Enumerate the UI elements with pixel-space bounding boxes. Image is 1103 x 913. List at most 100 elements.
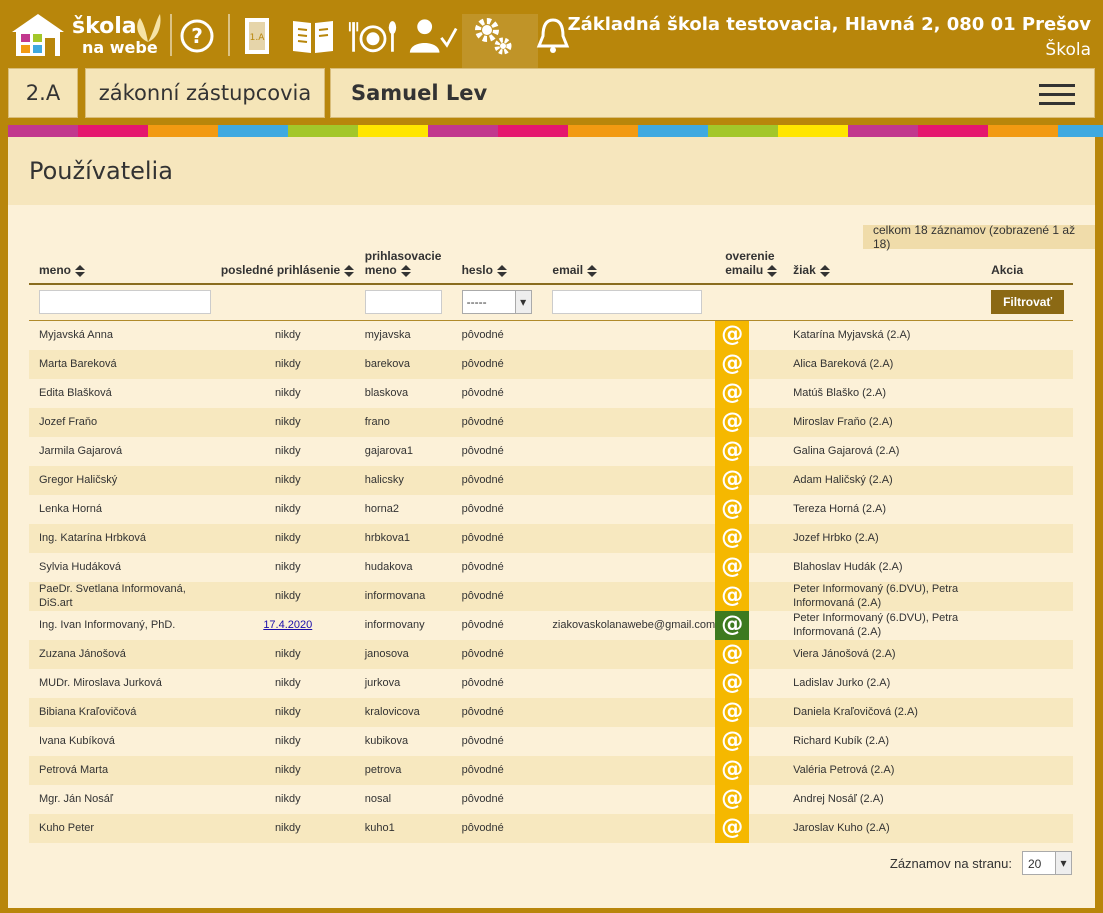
stripe-segment	[638, 125, 708, 137]
cell-heslo: pôvodné	[461, 793, 504, 805]
table-row[interactable]: Edita Blašková nikdy blaskova pôvodné @ Matúš…	[29, 378, 1073, 408]
table-row[interactable]: Jozef Fraňo nikdy frano pôvodné @ Miroslav Fr…	[29, 407, 1073, 437]
email-unverified-icon[interactable]: @	[715, 668, 750, 698]
cell-email	[542, 437, 715, 466]
table-row[interactable]: Myjavská Anna nikdy myjavska pôvodné @ Katarí…	[29, 320, 1073, 350]
login-filter-input[interactable]	[364, 290, 442, 315]
table-row[interactable]: Lenka Horná nikdy horna2 pôvodné @ Tereza Hor…	[29, 494, 1073, 524]
email-unverified-icon[interactable]: @	[715, 581, 750, 611]
email-unverified-icon[interactable]: @	[715, 813, 750, 843]
teacher-check-icon[interactable]	[408, 14, 458, 58]
stripe-segment	[708, 125, 778, 137]
school-logo[interactable]: škola na webe	[10, 10, 161, 60]
per-page-select[interactable]: 20 ▾	[1022, 851, 1072, 875]
cell-ziak: Ladislav Jurko (2.A)	[793, 677, 891, 689]
table-row[interactable]: Zuzana Jánošová nikdy janosova pôvodné @ Vier…	[29, 639, 1073, 669]
class-book-icon[interactable]: 1.A	[232, 14, 282, 58]
column-header-last-login[interactable]: posledné prihlásenie	[220, 249, 355, 285]
table-row[interactable]: Marta Bareková nikdy barekova pôvodné @ Alica…	[29, 349, 1073, 379]
table-row[interactable]: Bibiana Kraľovičová nikdy kralovicova pôvod…	[29, 697, 1073, 727]
email-unverified-icon[interactable]: @	[715, 465, 750, 495]
class-selector[interactable]: 2.A	[8, 68, 78, 118]
cell-akcia	[981, 465, 1073, 495]
table-row[interactable]: PaeDr. Svetlana Informovaná, DiS.art nikd…	[29, 581, 1073, 611]
cell-email	[542, 581, 716, 611]
cell-verification: @	[715, 610, 783, 640]
email-unverified-icon[interactable]: @	[715, 378, 750, 408]
cell-ziak: Miroslav Fraňo (2.A)	[783, 407, 982, 437]
cell-ziak: Andrej Nosáľ (2.A)	[793, 793, 884, 805]
cell-ziak: Jaroslav Kuho (2.A)	[783, 813, 982, 843]
cell-login: janosova	[354, 639, 452, 669]
email-unverified-icon[interactable]: @	[715, 349, 750, 379]
cell-email	[542, 465, 716, 495]
table-row[interactable]: Ivana Kubíková nikdy kubikova pôvodné @ Richa…	[29, 726, 1073, 756]
cell-akcia	[981, 407, 1073, 437]
sort-icon[interactable]	[75, 264, 86, 277]
cell-meno: Kuho Peter	[29, 813, 221, 843]
stripe-segment	[358, 125, 428, 137]
email-unverified-icon[interactable]: @	[715, 726, 750, 756]
last-login-link[interactable]: 17.4.2020	[263, 619, 312, 631]
email-filter-input[interactable]	[552, 290, 703, 315]
table-row[interactable]: Ing. Ivan Informovaný, PhD. 17.4.2020 info…	[29, 610, 1073, 640]
table-row[interactable]: Mgr. Ján Nosáľ nikdy nosal pôvodné @ Andrej N…	[29, 784, 1073, 814]
column-header-ziak[interactable]: žiak	[783, 249, 982, 285]
heslo-filter-select[interactable]: ----- ▾	[461, 290, 532, 315]
cell-ziak: Daniela Kraľovičová (2.A)	[783, 697, 982, 727]
column-header-login[interactable]: prihlasovacie meno	[354, 249, 452, 285]
email-unverified-icon[interactable]: @	[715, 697, 750, 727]
sort-icon[interactable]	[400, 264, 411, 277]
email-unverified-icon[interactable]: @	[715, 320, 750, 350]
settings-gears-icon[interactable]	[468, 14, 518, 58]
email-unverified-icon[interactable]: @	[715, 523, 750, 553]
table-row[interactable]: MUDr. Miroslava Jurková nikdy jurkova pôvod…	[29, 668, 1073, 698]
email-unverified-icon[interactable]: @	[715, 436, 750, 466]
hamburger-menu-icon[interactable]	[1039, 84, 1075, 106]
cell-heslo: pôvodné	[461, 445, 504, 457]
column-header-heslo[interactable]: heslo	[451, 249, 543, 285]
email-unverified-icon[interactable]: @	[715, 755, 750, 785]
column-header-meno[interactable]: meno	[29, 249, 221, 285]
sort-icon[interactable]	[496, 264, 507, 277]
user-selector[interactable]: Samuel Lev	[330, 68, 1095, 118]
cell-email	[542, 727, 715, 756]
table-row[interactable]: Ing. Katarína Hrbková nikdy hrbkova1 pôvodn…	[29, 523, 1073, 553]
table-row[interactable]: Jarmila Gajarová nikdy gajarova1 pôvodné @ Ga…	[29, 436, 1073, 466]
meno-filter-input[interactable]	[39, 290, 211, 315]
section-selector[interactable]: zákonní zástupcovia	[85, 68, 325, 118]
sort-icon[interactable]	[767, 264, 778, 277]
sort-icon[interactable]	[819, 264, 830, 277]
column-header-email[interactable]: email	[542, 249, 716, 285]
email-unverified-icon[interactable]: @	[715, 407, 750, 437]
email-unverified-icon[interactable]: @	[715, 552, 750, 582]
stripe-segment	[498, 125, 568, 137]
table-row[interactable]: Sylvia Hudáková nikdy hudakova pôvodné @ Blah…	[29, 552, 1073, 582]
cell-verification: @	[715, 349, 784, 379]
cell-ziak: Alica Bareková (2.A)	[783, 349, 982, 379]
email-verified-icon[interactable]: @	[715, 610, 750, 640]
cell-akcia	[981, 320, 1073, 350]
sort-icon[interactable]	[344, 264, 355, 277]
cell-heslo: pôvodné	[451, 697, 543, 727]
table-row[interactable]: Petrová Marta nikdy petrova pôvodné @ Valéria…	[29, 755, 1073, 785]
cell-meno: Ing. Katarína Hrbková	[29, 523, 221, 553]
stripe-segment	[218, 125, 288, 137]
email-unverified-icon[interactable]: @	[715, 639, 750, 669]
lunch-icon[interactable]	[348, 14, 398, 58]
cell-meno: Ivana Kubíková	[39, 735, 115, 747]
cell-akcia	[981, 379, 1073, 408]
cell-ziak: Katarína Myjavská (2.A)	[793, 329, 911, 341]
email-unverified-icon[interactable]: @	[715, 784, 750, 814]
filter-button[interactable]: Filtrovať	[991, 290, 1065, 315]
sort-icon[interactable]	[587, 264, 598, 277]
cell-email	[542, 349, 716, 379]
email-unverified-icon[interactable]: @	[715, 494, 750, 524]
rainbow-stripe	[8, 125, 1103, 137]
column-header-verification[interactable]: overenie emailu	[715, 249, 784, 285]
help-icon[interactable]: ?	[172, 14, 222, 58]
table-row[interactable]: Gregor Haličský nikdy halicsky pôvodné @ Adam…	[29, 465, 1073, 495]
open-book-icon[interactable]	[288, 14, 338, 58]
table-row[interactable]: Kuho Peter nikdy kuho1 pôvodné @ Jaroslav Kuh…	[29, 813, 1073, 843]
column-header-akcia: Akcia	[981, 249, 1073, 285]
